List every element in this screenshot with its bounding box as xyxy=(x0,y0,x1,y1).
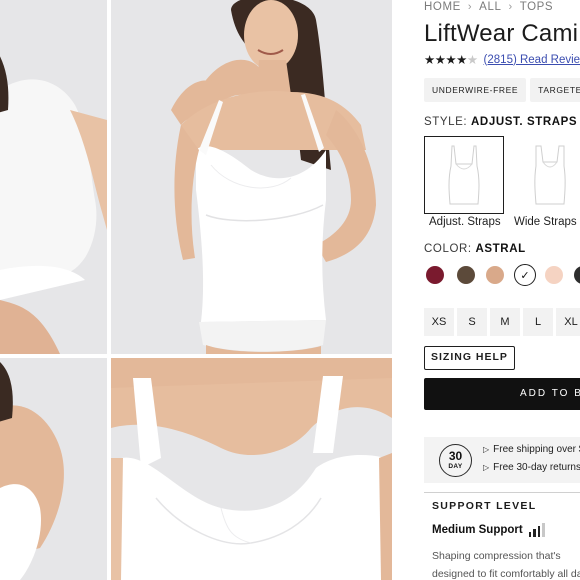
color-swatch-6[interactable] xyxy=(574,266,580,284)
add-to-bag-button[interactable]: ADD TO BAG xyxy=(424,378,580,410)
product-image-gallery xyxy=(0,0,392,580)
product-image-closeup-neckline[interactable] xyxy=(111,358,392,580)
size-selector: XS S M L XL xyxy=(424,308,580,336)
free-returns-line[interactable]: ▷ Free 30-day returns xyxy=(483,462,580,473)
support-level-text: Medium Support xyxy=(432,524,523,536)
style-option-adjust-straps[interactable] xyxy=(424,136,504,214)
breadcrumb: HOME › ALL › TOPS xyxy=(424,1,553,13)
breadcrumb-separator-icon: › xyxy=(508,1,513,13)
size-option-s[interactable]: S xyxy=(457,308,487,336)
support-description: Shaping compression that's designed to f… xyxy=(432,550,580,580)
color-selected-value: ASTRAL xyxy=(475,243,526,255)
support-bar xyxy=(528,532,532,537)
free-returns-text: Free 30-day returns xyxy=(493,462,580,473)
size-option-xl[interactable]: XL xyxy=(556,308,580,336)
free-shipping-line[interactable]: ▷ Free shipping over $ xyxy=(483,444,580,455)
badge-unit: DAY xyxy=(448,463,463,470)
size-option-m[interactable]: M xyxy=(490,308,520,336)
product-details-panel: HOME › ALL › TOPS LiftWear Cami ★★★★★ (2815)… xyxy=(424,0,580,580)
breadcrumb-all[interactable]: ALL xyxy=(479,1,501,13)
play-triangle-icon: ▷ xyxy=(483,445,490,454)
size-option-l[interactable]: L xyxy=(523,308,553,336)
shipping-info-box: 30 DAY ▷ Free shipping over $ ▷ Free 30-da… xyxy=(424,437,580,483)
style-option-adjust-straps-label: Adjust. Straps xyxy=(429,216,501,228)
badge-number: 30 xyxy=(448,449,463,463)
color-swatch-5[interactable] xyxy=(545,266,563,284)
size-option-xs[interactable]: XS xyxy=(424,308,454,336)
breadcrumb-home[interactable]: HOME xyxy=(424,1,461,13)
support-level-heading: SUPPORT LEVEL xyxy=(432,500,537,512)
star-rating-icon: ★★★★★ xyxy=(424,53,478,67)
sizing-help-button[interactable]: SIZING HELP xyxy=(424,346,515,370)
support-bar xyxy=(537,526,541,537)
color-swatch-astral[interactable]: ✓ xyxy=(514,264,536,286)
style-option-wide-straps-label: Wide Straps xyxy=(514,216,577,228)
color-label: COLOR: ASTRAL xyxy=(424,243,526,255)
play-triangle-icon: ▷ xyxy=(483,463,490,472)
cami-wide-straps-icon xyxy=(534,145,566,205)
feature-chip-targeted-smoothing: TARGETED SMO xyxy=(530,78,580,102)
feature-chips: UNDERWIRE-FREE TARGETED SMO xyxy=(424,78,580,102)
cami-adjust-straps-icon xyxy=(448,145,480,205)
product-image-model-front[interactable] xyxy=(111,0,392,354)
check-icon: ✓ xyxy=(520,269,530,282)
read-reviews-link[interactable]: (2815) Read Reviews xyxy=(484,54,580,66)
section-divider xyxy=(424,492,580,493)
feature-chip-underwire-free: UNDERWIRE-FREE xyxy=(424,78,527,102)
support-level-value: Medium Support xyxy=(432,523,545,537)
color-swatch-2[interactable] xyxy=(457,266,475,284)
support-bar xyxy=(542,523,545,537)
breadcrumb-tops[interactable]: TOPS xyxy=(520,1,554,13)
color-swatch-1[interactable] xyxy=(426,266,444,284)
free-shipping-text: Free shipping over $ xyxy=(493,444,580,455)
product-image-side-detail[interactable] xyxy=(0,358,107,580)
product-image-back-view[interactable] xyxy=(0,0,107,354)
style-selected-value: ADJUST. STRAPS xyxy=(471,116,578,128)
style-option-wide-straps[interactable] xyxy=(510,136,580,214)
support-level-bars-icon xyxy=(528,523,545,537)
product-title: LiftWear Cami xyxy=(424,20,579,47)
style-label-prefix: STYLE: xyxy=(424,116,468,128)
support-bar xyxy=(533,529,536,537)
color-label-prefix: COLOR: xyxy=(424,243,472,255)
product-rating: ★★★★★ (2815) Read Reviews xyxy=(424,52,580,67)
style-label: STYLE: ADJUST. STRAPS xyxy=(424,116,577,128)
breadcrumb-separator-icon: › xyxy=(467,1,473,13)
color-swatch-3[interactable] xyxy=(486,266,504,284)
thirty-day-badge-icon: 30 DAY xyxy=(439,444,472,477)
